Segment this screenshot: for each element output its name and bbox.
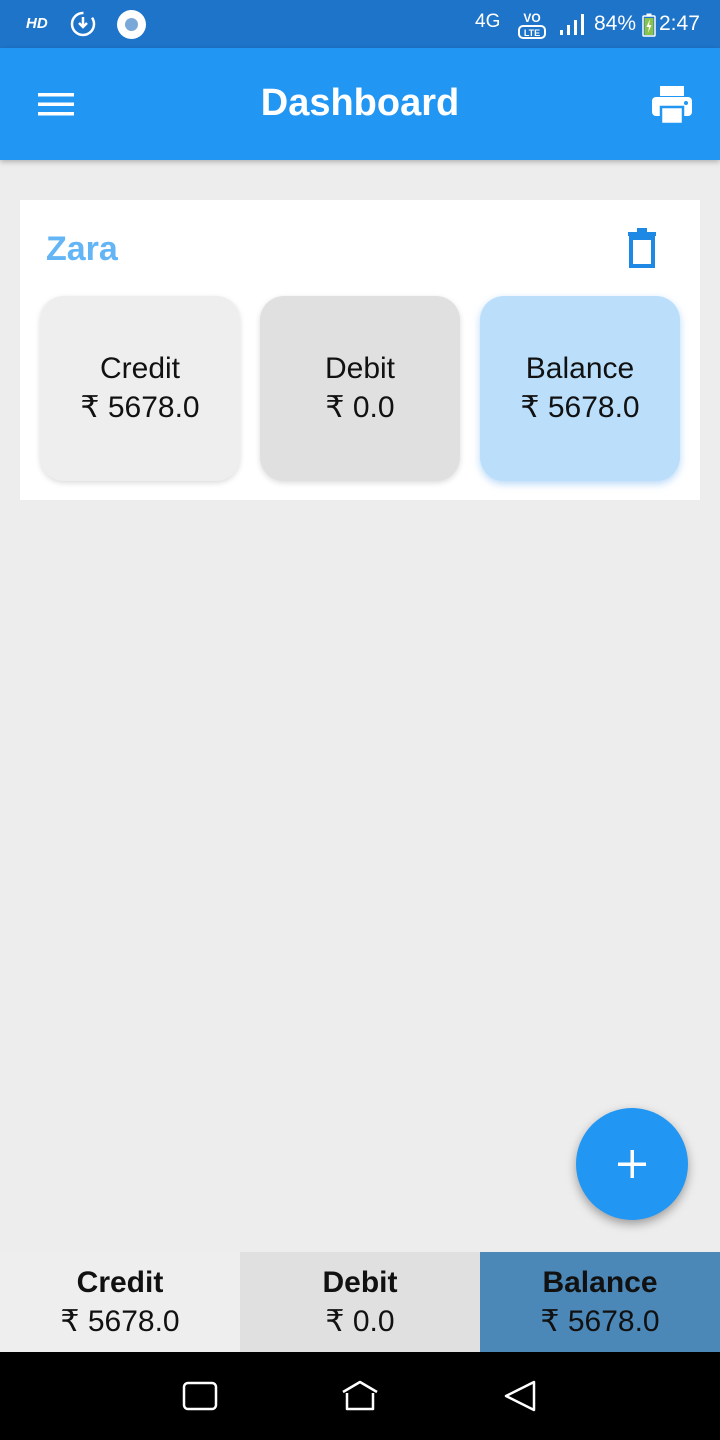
clock: 2:47 <box>659 12 700 35</box>
balance-tile[interactable]: Balance ₹ 5678.0 <box>480 296 680 481</box>
total-balance-value: ₹ 5678.0 <box>540 1305 660 1338</box>
balance-value: ₹ 5678.0 <box>520 391 640 424</box>
signal-icon <box>560 14 584 35</box>
delete-icon[interactable] <box>626 228 658 268</box>
page-title: Dashboard <box>260 82 460 124</box>
network-type: 4G <box>475 11 501 32</box>
volte-icon: VO LTE <box>518 11 546 39</box>
totals-bar: Credit ₹ 5678.0 Debit ₹ 0.0 Balance ₹ 56… <box>0 1252 720 1352</box>
system-nav-bar <box>0 1352 720 1440</box>
debit-label: Debit <box>324 352 396 385</box>
total-credit: Credit ₹ 5678.0 <box>0 1252 240 1352</box>
back-icon[interactable] <box>500 1378 540 1414</box>
battery-charging-icon <box>642 13 656 37</box>
hd-indicator: HD <box>26 15 48 32</box>
print-icon[interactable] <box>648 82 696 126</box>
status-bar: HD 4G VO LTE 84% 2:47 <box>0 0 720 48</box>
plus-icon <box>618 1150 646 1178</box>
recents-icon[interactable] <box>180 1378 220 1414</box>
total-balance: Balance ₹ 5678.0 <box>480 1252 720 1352</box>
account-card[interactable]: Zara Credit ₹ 5678.0 Debit ₹ 0.0 Balance… <box>20 200 700 500</box>
add-account-button[interactable] <box>576 1108 688 1220</box>
total-debit-label: Debit <box>322 1266 398 1299</box>
credit-tile[interactable]: Credit ₹ 5678.0 <box>40 296 240 481</box>
record-icon <box>117 10 146 39</box>
total-debit: Debit ₹ 0.0 <box>240 1252 480 1352</box>
debit-value: ₹ 0.0 <box>325 391 395 424</box>
svg-text:LTE: LTE <box>524 28 540 38</box>
total-debit-value: ₹ 0.0 <box>325 1305 395 1338</box>
total-balance-label: Balance <box>542 1266 658 1299</box>
credit-label: Credit <box>99 352 181 385</box>
account-name: Zara <box>46 230 118 268</box>
credit-value: ₹ 5678.0 <box>80 391 200 424</box>
svg-text:VO: VO <box>523 11 540 25</box>
sync-icon <box>70 11 96 37</box>
debit-tile[interactable]: Debit ₹ 0.0 <box>260 296 460 481</box>
total-credit-label: Credit <box>76 1266 164 1299</box>
app-bar: Dashboard <box>0 48 720 160</box>
balance-label: Balance <box>525 352 635 385</box>
battery-percentage: 84% <box>594 12 637 35</box>
home-icon[interactable] <box>340 1378 380 1414</box>
total-credit-value: ₹ 5678.0 <box>60 1305 180 1338</box>
